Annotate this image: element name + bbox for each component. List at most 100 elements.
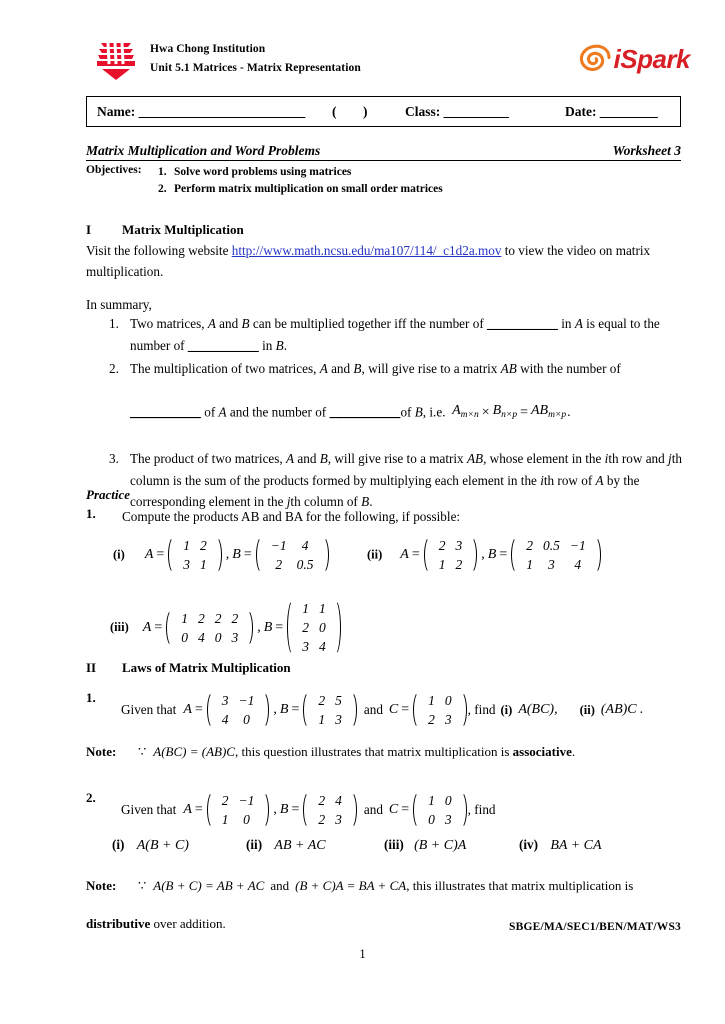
matrix-label-A: A (144, 547, 154, 562)
subpart-expr-ii: AB + AC (274, 837, 326, 853)
summary-number-2: 2. (109, 361, 119, 376)
section-1-heading: I Matrix Multiplication (86, 222, 244, 238)
subpart-tag-ii: (ii) (246, 837, 263, 852)
matrix-cell: 3 (548, 557, 555, 572)
objective-number: 2. (158, 183, 167, 195)
practice-part-ii: (ii) A = 2 3 1 2 , B = 2 0.5 −1 1 3 4 (367, 535, 602, 575)
date-blank[interactable]: ________ (600, 104, 658, 119)
note2-and: and (270, 878, 290, 893)
worksheet-page: Hwa Chong Institution Unit 5.1 Matrices … (0, 0, 725, 1024)
matrix-cell: 3 (302, 639, 309, 654)
video-instruction-paragraph: Visit the following website http://www.m… (86, 240, 682, 282)
index-paren-close: ) (363, 104, 368, 119)
q1-subtag-i: (i) (500, 702, 513, 717)
matrix-A-iii: A = 1 2 2 2 0 4 0 3 , B = 1 1 2 0 3 4 (143, 598, 342, 657)
note1-expression: A(BC) = (AB)C (153, 744, 235, 759)
section-2-title: Laws of Matrix Multiplication (122, 660, 291, 675)
subpart-expr-iii: (B + C)A (414, 837, 467, 853)
note2-end: over addition. (150, 916, 226, 931)
section2-q2-number: 2. (86, 790, 96, 805)
find-label: , find (467, 702, 496, 717)
part-tag-iii: (iii) (110, 620, 129, 635)
summary-lead: In summary, (86, 297, 152, 312)
class-blank[interactable]: _________ (444, 104, 509, 119)
matrix-label-B: B (279, 702, 289, 717)
dimension-formula: Am×n × Bn×p = ABm×p. (452, 402, 571, 421)
matrix-label-B: B (279, 802, 289, 817)
subpart-tag-iv: (iv) (519, 837, 539, 852)
because-symbol-2: ∵ (138, 878, 147, 893)
blank-cols-2[interactable]: __________ (330, 404, 401, 419)
objective-text: Perform matrix multiplication on small o… (174, 183, 443, 195)
note-associative: Note: ∵ A(BC) = (AB)C, this question illus… (86, 742, 575, 762)
blank-cols-1[interactable]: __________ (188, 338, 259, 353)
objectives-list: 1. Solve word problems using matrices 2.… (86, 164, 681, 198)
class-field-group[interactable]: Class: _________ (405, 104, 509, 120)
subpart-ii: (ii) AB + AC (246, 837, 326, 854)
matrix-cell: −1 (270, 538, 287, 553)
date-label: Date: (565, 104, 597, 119)
date-field-group[interactable]: Date: ________ (565, 104, 658, 120)
section2-q1-expression: Given that A = 3 −1 4 0 , B = 2 5 1 3 and … (121, 690, 643, 730)
given-that-label-2: Given that (121, 802, 177, 817)
matrix-label-A: A (142, 619, 152, 635)
name-label: Name: (97, 104, 136, 119)
matrix-cell: 1 (302, 601, 309, 616)
institution-name: Hwa Chong Institution (150, 43, 266, 55)
matrix-label-A: A (183, 802, 192, 817)
summary-item-2: 2. The multiplication of two matrices, A… (86, 358, 682, 426)
subpart-expr-iv: BA + CA (550, 837, 602, 853)
page-number: 1 (359, 947, 366, 961)
note2-expression-2: (B + C)A = BA + CA (295, 878, 407, 893)
practice-q1-number: 1. (86, 506, 96, 521)
video-link[interactable]: http://www.math.ncsu.edu/ma107/114/_c1d2… (232, 243, 502, 258)
matrix-label-A: A (183, 702, 192, 717)
matrix-A-i: A = 1 2 3 1 , B = −1 4 2 0.5 (145, 535, 330, 575)
matrix-cell: 0 (243, 712, 250, 727)
matrix-cell: 4 (197, 629, 205, 645)
matrix-cell: 2 (197, 610, 205, 626)
section-1-title: Matrix Multiplication (122, 222, 244, 237)
summary-item-1: 1. Two matrices, A and B can be multipli… (86, 313, 682, 356)
objective-number: 1. (158, 166, 167, 178)
note1-text-mid: , this question illustrates that matrix … (234, 744, 513, 759)
index-paren-open: ( (332, 104, 337, 119)
subpart-i: (i) A(B + C) (112, 837, 189, 854)
objective-item: 2. Perform matrix multiplication on smal… (86, 181, 681, 198)
matrix-label-B: B (232, 547, 241, 562)
subpart-tag-i: (i) (112, 837, 125, 852)
blank-rows-1[interactable]: __________ (487, 316, 558, 331)
note-label-1: Note: (86, 744, 117, 759)
blank-rows-2[interactable]: __________ (130, 404, 201, 419)
matrix-label-C: C (388, 802, 399, 817)
matrix-cell: 4 (301, 538, 309, 553)
ispark-wordmark: iSpark (613, 43, 691, 74)
spiral-icon (579, 44, 611, 71)
and-conjunction-2: and (363, 802, 383, 817)
matrix-cell: 0.5 (542, 538, 560, 553)
matrix-cell: 2 (214, 610, 222, 626)
matrix-cell: 0 (214, 629, 222, 645)
matrix-cell: −1 (569, 538, 586, 553)
subpart-iv: (iv) BA + CA (519, 837, 602, 854)
institution-titles: Hwa Chong Institution Unit 5.1 Matrices … (150, 40, 361, 78)
objective-text: Solve word problems using matrices (174, 166, 352, 178)
name-field-group[interactable]: Name: _______________________ (97, 104, 305, 120)
class-label: Class: (405, 104, 441, 119)
summary-number-3: 3. (109, 451, 119, 466)
summary-list: 1. Two matrices, A and B can be multipli… (86, 313, 682, 514)
part-tag-i: (i) (113, 547, 125, 562)
matrix-cell: 0.5 (296, 557, 314, 572)
note2-expression-1: A(B + C) = AB + AC (153, 878, 265, 893)
section-2-heading: II Laws of Matrix Multiplication (86, 660, 291, 676)
note-label-2: Note: (86, 878, 117, 893)
instruction-before-link: Visit the following website (86, 243, 232, 258)
practice-heading: Practice (86, 487, 131, 502)
section2-q2-body: Given that A = 2 −1 1 0 , B = 2 4 2 3 and … (121, 790, 496, 830)
document-code: SBGE/MA/SEC1/BEN/MAT/WS3 (508, 921, 681, 933)
matrix-cell: 0 (243, 812, 250, 827)
matrix-A-ii: A = 2 3 1 2 , B = 2 0.5 −1 1 3 4 (400, 535, 601, 575)
q1-subtag-ii: (ii) (579, 702, 595, 717)
worksheet-title-row: Matrix Multiplication and Word Problems … (86, 143, 681, 161)
name-blank[interactable]: _______________________ (139, 104, 306, 119)
